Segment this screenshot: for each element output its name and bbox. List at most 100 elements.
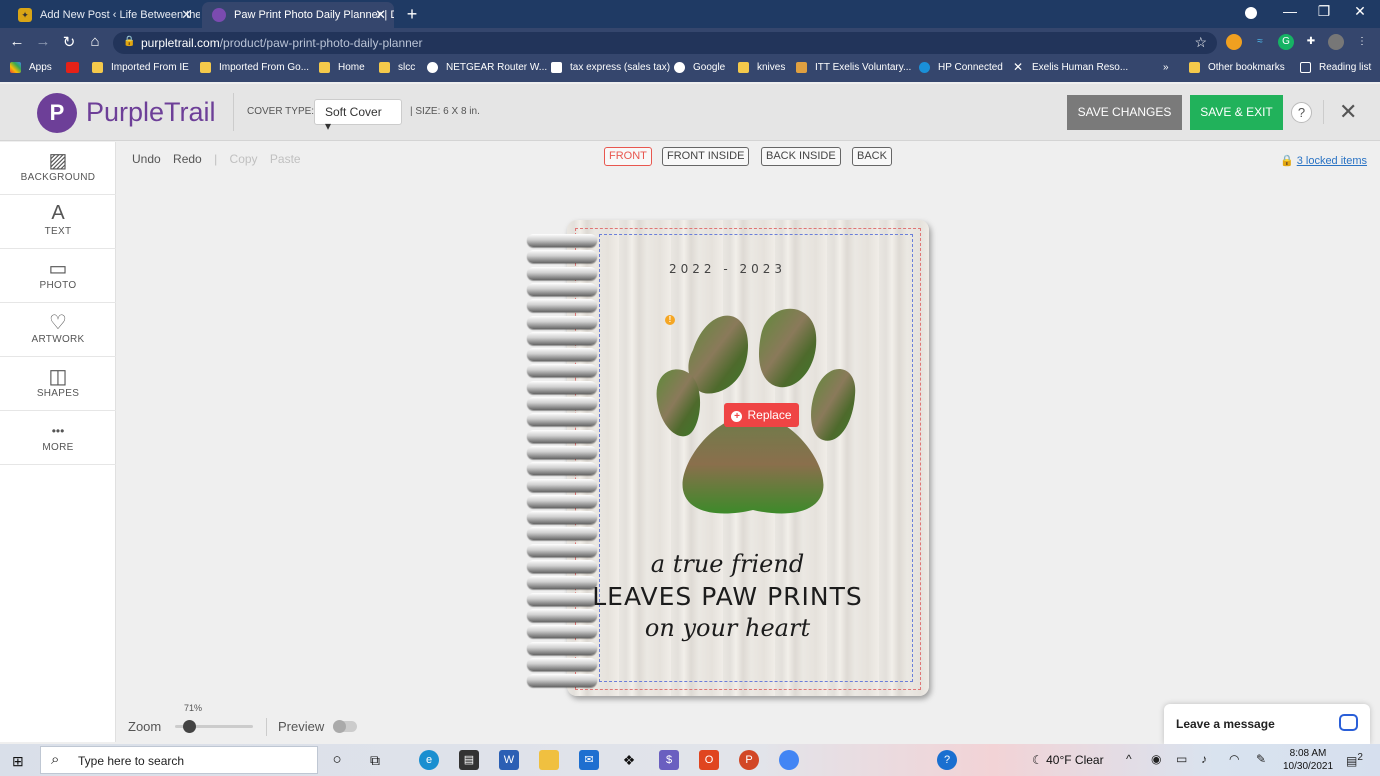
- text-icon: A: [51, 202, 65, 224]
- back-arrow-icon[interactable]: ←: [8, 33, 26, 50]
- app-purple-icon[interactable]: $: [659, 750, 679, 770]
- bookmark-home[interactable]: Home: [319, 62, 365, 73]
- quote-line-3[interactable]: on your heart: [525, 614, 930, 642]
- bookmark-youtube[interactable]: [66, 62, 87, 73]
- bookmark-hp-connected[interactable]: HP Connected: [919, 62, 1003, 73]
- taskbar-search-box[interactable]: ⌕ Type here to search: [40, 746, 318, 774]
- volume-icon[interactable]: ♪: [1201, 752, 1207, 766]
- locked-items-link[interactable]: 🔒 3 locked items: [1280, 154, 1367, 167]
- redo-button[interactable]: Redo: [173, 152, 202, 166]
- restore-window-button[interactable]: ❐: [1310, 3, 1338, 20]
- extensions-puzzle-icon[interactable]: ✚: [1303, 34, 1319, 50]
- tool-more[interactable]: ••• MORE: [0, 412, 116, 465]
- cover-years-text[interactable]: 2022 - 2023: [525, 262, 930, 276]
- battery-icon[interactable]: ▭: [1176, 752, 1187, 766]
- bookmark-star-icon[interactable]: ☆: [1194, 34, 1207, 51]
- weather-widget[interactable]: ☾ 40°F Clear: [1032, 753, 1104, 767]
- powerpoint-icon[interactable]: P: [739, 750, 759, 770]
- tab-back[interactable]: BACK: [852, 147, 892, 166]
- wifi-icon[interactable]: ◠: [1229, 752, 1239, 766]
- task-view-icon[interactable]: ⧉: [365, 750, 385, 770]
- spiral-coil: [527, 445, 597, 459]
- paw-toe-pad-1: [688, 315, 748, 394]
- new-tab-button[interactable]: +: [403, 4, 421, 25]
- reload-icon[interactable]: ↻: [60, 33, 78, 51]
- zoom-slider-handle[interactable]: [182, 720, 196, 733]
- preview-toggle[interactable]: [333, 720, 357, 733]
- cortana-icon[interactable]: ○: [327, 750, 347, 770]
- save-and-exit-button[interactable]: SAVE & EXIT: [1190, 95, 1283, 130]
- close-editor-button[interactable]: ✕: [1339, 99, 1357, 125]
- design-canvas[interactable]: 2022 - 2023 ! + Replace a true friend LEA…: [525, 220, 930, 698]
- chat-widget[interactable]: Leave a message: [1164, 704, 1370, 744]
- bookmark-imported-from-ie[interactable]: Imported From IE: [92, 62, 189, 73]
- office-icon[interactable]: O: [699, 750, 719, 770]
- bookmark-netgear[interactable]: NETGEAR Router W...: [427, 62, 547, 73]
- extension-wave-icon[interactable]: ≈: [1252, 34, 1268, 50]
- dropbox-icon[interactable]: ❖: [619, 750, 639, 770]
- purpletrail-logo-text[interactable]: PurpleTrail: [86, 97, 216, 128]
- save-changes-button[interactable]: SAVE CHANGES: [1067, 95, 1182, 130]
- grammarly-icon[interactable]: G: [1278, 34, 1294, 50]
- quote-line-2[interactable]: LEAVES PAW PRINTS: [525, 582, 930, 611]
- purpletrail-logo-icon[interactable]: P: [37, 93, 77, 133]
- forward-arrow-icon[interactable]: →: [34, 33, 52, 50]
- bookmark-reading-list[interactable]: Reading list: [1300, 62, 1371, 73]
- home-icon[interactable]: ⌂: [86, 33, 104, 50]
- undo-button[interactable]: Undo: [132, 152, 161, 166]
- tab-back-inside[interactable]: BACK INSIDE: [761, 147, 841, 166]
- bookmark-other-bookmarks[interactable]: Other bookmarks: [1189, 62, 1285, 73]
- copy-button[interactable]: Copy: [230, 152, 258, 166]
- spiral-coil: [527, 282, 597, 296]
- bookmark-itt-exelis[interactable]: ITT Exelis Voluntary...: [796, 62, 911, 73]
- help-button[interactable]: ?: [1291, 102, 1312, 123]
- chrome-icon[interactable]: [779, 750, 799, 770]
- tool-photo[interactable]: ▭ PHOTO: [0, 250, 116, 303]
- paste-button[interactable]: Paste: [270, 152, 301, 166]
- tab-close-icon[interactable]: ✕: [375, 7, 386, 23]
- tab-close-icon[interactable]: ✕: [181, 7, 192, 23]
- address-bar[interactable]: 🔒 purpletrail.com/product/paw-print-phot…: [113, 32, 1217, 54]
- windows-start-icon[interactable]: ⊞: [12, 753, 24, 770]
- replace-photo-button[interactable]: + Replace: [724, 403, 799, 427]
- word-icon[interactable]: W: [499, 750, 519, 770]
- bookmark-imported-from-go[interactable]: Imported From Go...: [200, 62, 309, 73]
- profile-menu-icon[interactable]: [1237, 6, 1265, 22]
- tool-shapes[interactable]: ◫ SHAPES: [0, 358, 116, 411]
- notification-center-icon[interactable]: ▤2: [1346, 752, 1363, 768]
- bookmarks-overflow-chevron[interactable]: »: [1163, 62, 1169, 73]
- tray-chevron-icon[interactable]: ^: [1126, 752, 1132, 766]
- mail-icon[interactable]: ✉: [579, 750, 599, 770]
- bookmark-slcc[interactable]: slcc: [379, 62, 415, 73]
- bookmark-tax-express[interactable]: tax express (sales tax): [551, 62, 670, 73]
- bookmark-knives[interactable]: knives: [738, 62, 785, 73]
- tool-background[interactable]: ▨ BACKGROUND: [0, 142, 116, 195]
- quote-line-1[interactable]: a true friend: [525, 550, 930, 578]
- file-explorer-icon[interactable]: [539, 750, 559, 770]
- help-tray-icon[interactable]: ?: [937, 750, 957, 770]
- tool-artwork[interactable]: ♡ ARTWORK: [0, 304, 116, 357]
- edge-icon[interactable]: e: [419, 750, 439, 770]
- tab-front-inside[interactable]: FRONT INSIDE: [662, 147, 750, 166]
- bookmark-exelis-hr[interactable]: ✕ Exelis Human Reso...: [1013, 61, 1128, 73]
- search-placeholder: Type here to search: [78, 754, 185, 768]
- browser-tab-paw-print-planner[interactable]: Paw Print Photo Daily Planner | D ✕: [202, 2, 394, 28]
- padlock-icon: 🔒: [1280, 155, 1294, 167]
- tray-app-icon[interactable]: ◉: [1151, 752, 1161, 766]
- bookmark-apps[interactable]: Apps: [10, 62, 52, 73]
- bookmark-google[interactable]: Google: [674, 62, 725, 73]
- profile-avatar-icon[interactable]: [1328, 34, 1344, 50]
- folder-icon: [319, 62, 330, 73]
- tab-front[interactable]: FRONT: [604, 147, 652, 166]
- tool-sidebar: ▨ BACKGROUND A TEXT ▭ PHOTO ♡ ARTWORK ◫ …: [0, 142, 116, 742]
- store-icon[interactable]: ▤: [459, 750, 479, 770]
- browser-menu-icon[interactable]: ⋮: [1354, 34, 1370, 50]
- extension-tag-icon[interactable]: [1226, 34, 1242, 50]
- minimize-window-button[interactable]: —: [1276, 3, 1304, 19]
- pen-icon[interactable]: ✎: [1256, 752, 1266, 766]
- system-clock[interactable]: 8:08 AM 10/30/2021: [1283, 747, 1333, 773]
- close-window-button[interactable]: ✕: [1346, 3, 1374, 20]
- cover-type-dropdown[interactable]: Soft Cover ▾: [314, 99, 402, 133]
- browser-tab-add-new-post[interactable]: ✦ Add New Post ‹ Life Between the ✕: [8, 2, 200, 28]
- tool-text[interactable]: A TEXT: [0, 196, 116, 249]
